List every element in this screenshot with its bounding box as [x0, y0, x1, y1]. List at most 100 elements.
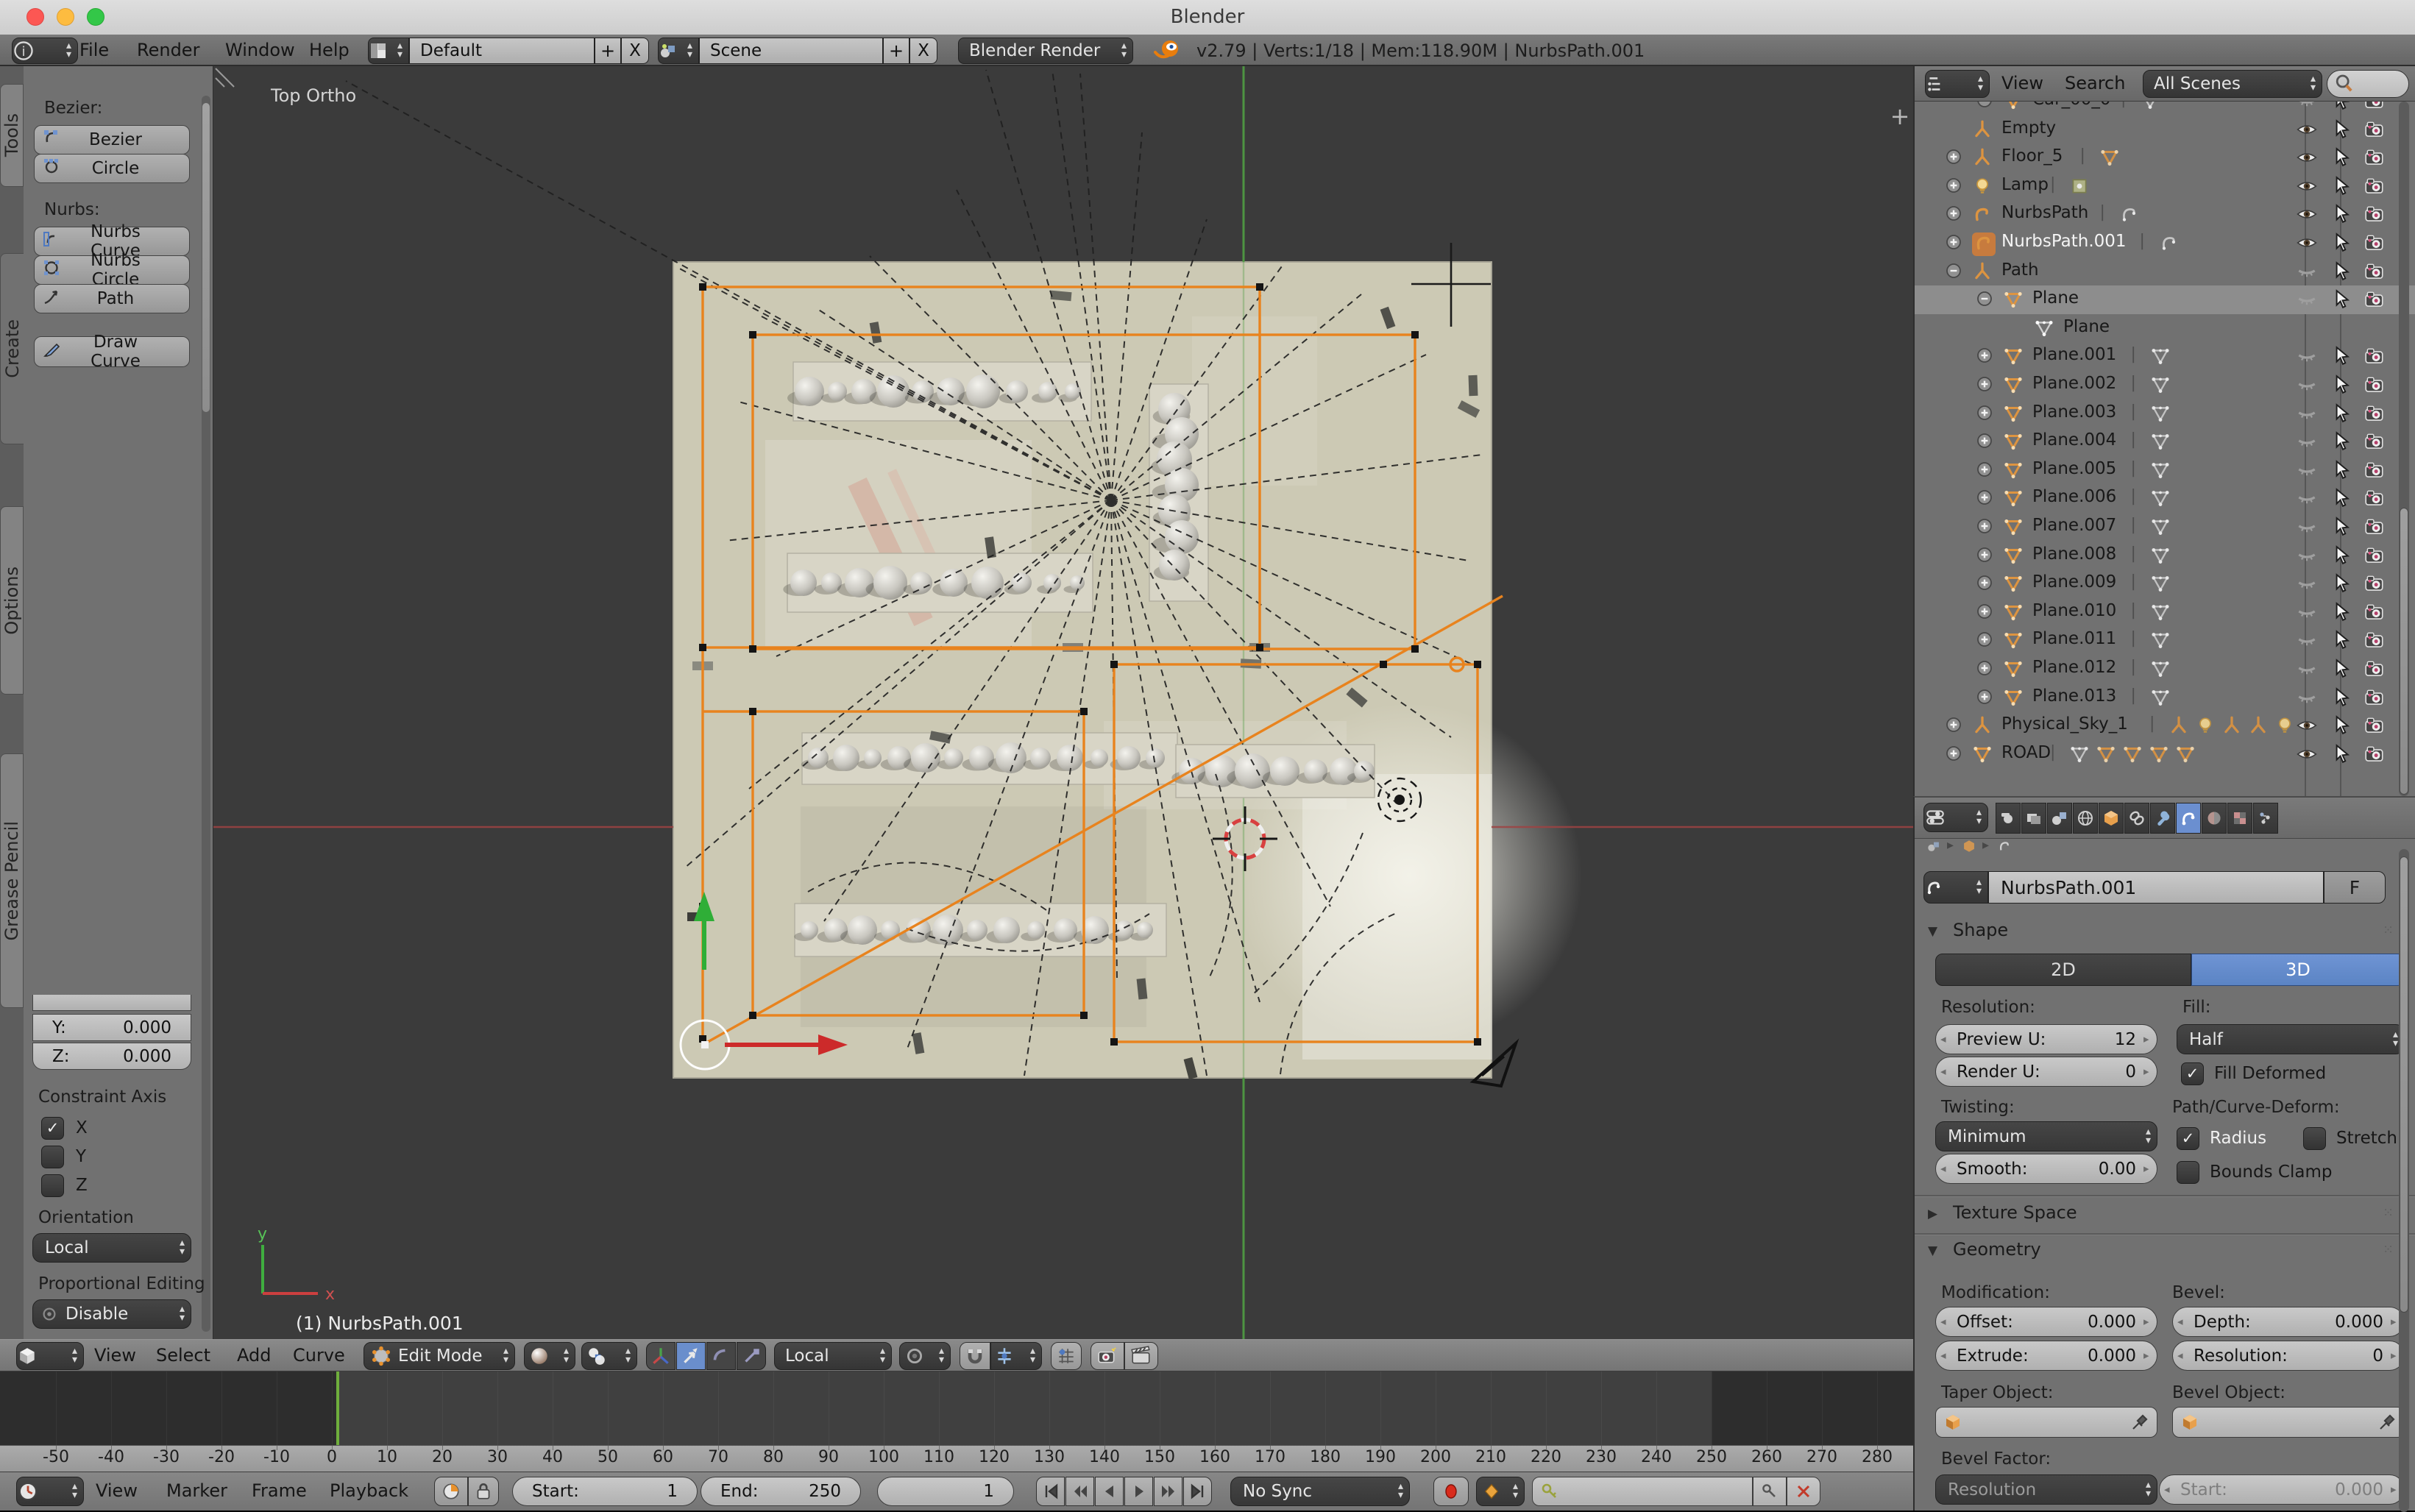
- viewport-menu-view[interactable]: View: [94, 1340, 146, 1371]
- render-engine-dropdown[interactable]: Blender Render▴▾: [958, 38, 1133, 64]
- renderability-icon[interactable]: [2363, 119, 2386, 143]
- expand-toggle[interactable]: [1975, 431, 1994, 453]
- selectability-icon[interactable]: [2331, 233, 2350, 256]
- outliner-row-lamp[interactable]: Lamp|: [1915, 172, 2415, 201]
- bevel-factor-mode-dropdown[interactable]: Resolution▴▾: [1935, 1474, 2157, 1505]
- expand-toggle[interactable]: [1975, 460, 1994, 482]
- opengl-render-anim-button[interactable]: [1124, 1342, 1158, 1370]
- visibility-on-icon[interactable]: [2296, 148, 2318, 170]
- fill-dropdown[interactable]: Half▴▾: [2177, 1024, 2405, 1054]
- delete-keyframe-button[interactable]: [1787, 1477, 1820, 1506]
- viewport-menu-select[interactable]: Select: [156, 1340, 227, 1371]
- datablock-name-field[interactable]: NurbsPath.001: [1988, 871, 2324, 904]
- expand-region-button[interactable]: +: [1885, 102, 1915, 131]
- tab-modifiers[interactable]: [2150, 803, 2175, 834]
- screen-layout-field[interactable]: Default: [409, 38, 595, 64]
- tab-material[interactable]: [2202, 803, 2227, 834]
- depth-field[interactable]: Depth:0.000: [2172, 1307, 2405, 1337]
- jump-next-keyframe-button[interactable]: [1154, 1477, 1182, 1506]
- selectability-icon[interactable]: [2331, 375, 2350, 398]
- offset-field[interactable]: Offset:0.000: [1935, 1307, 2157, 1337]
- bounds-clamp-checkbox[interactable]: Bounds Clamp: [2177, 1160, 2397, 1185]
- jump-prev-keyframe-button[interactable]: [1065, 1477, 1094, 1506]
- outliner-row-plane[interactable]: Plane: [1915, 285, 2415, 314]
- menu-help[interactable]: Help: [309, 35, 375, 66]
- twist-method-dropdown[interactable]: Minimum▴▾: [1935, 1121, 2157, 1151]
- expand-toggle[interactable]: [1975, 573, 1994, 595]
- expand-toggle[interactable]: [1975, 630, 1994, 652]
- nurbs-circle-button[interactable]: Nurbs Circle: [34, 255, 190, 285]
- outliner-row-nurbspath-001[interactable]: NurbsPath.001|: [1915, 229, 2415, 258]
- stepper-right-icon[interactable]: ▸: [2143, 1032, 2149, 1046]
- visibility-off-icon[interactable]: [2296, 347, 2318, 369]
- checkbox[interactable]: [2303, 1127, 2326, 1150]
- expand-toggle[interactable]: [1944, 147, 1963, 169]
- stepper-right-icon[interactable]: ▸: [2143, 1349, 2149, 1362]
- operator-z-field[interactable]: Z:0.000: [32, 1043, 191, 1070]
- renderability-icon[interactable]: [2363, 687, 2386, 711]
- renderability-icon[interactable]: [2363, 431, 2386, 455]
- outliner-menu-search[interactable]: Search: [2065, 66, 2138, 100]
- renderability-icon[interactable]: [2363, 630, 2386, 653]
- renderability-icon[interactable]: [2363, 375, 2386, 398]
- expand-toggle[interactable]: [1944, 176, 1963, 198]
- renderability-icon[interactable]: [2363, 403, 2386, 427]
- extrude-field[interactable]: Extrude:0.000: [1935, 1341, 2157, 1371]
- outliner-search-field[interactable]: [2327, 70, 2409, 98]
- visibility-off-icon[interactable]: [2296, 375, 2318, 397]
- visibility-off-icon[interactable]: [2296, 603, 2318, 625]
- taper-object-field[interactable]: [1935, 1407, 2157, 1438]
- expand-toggle[interactable]: [1944, 715, 1963, 737]
- outliner-row-car_00_0[interactable]: Car_00_0|: [1915, 102, 2415, 116]
- renderability-icon[interactable]: [2363, 488, 2386, 511]
- selectability-icon[interactable]: [2331, 204, 2350, 227]
- tab-world[interactable]: [2073, 803, 2098, 834]
- selectability-icon[interactable]: [2331, 119, 2350, 143]
- outliner-row-plane-001[interactable]: Plane.001|: [1915, 342, 2415, 371]
- outliner-row-physical_sky_1[interactable]: Physical_Sky_1|: [1915, 711, 2415, 740]
- tab-scene[interactable]: [2047, 803, 2072, 834]
- scene-name-field[interactable]: Scene: [699, 38, 883, 64]
- expand-toggle[interactable]: [1975, 517, 1994, 539]
- selectability-icon[interactable]: [2331, 630, 2350, 653]
- selectability-icon[interactable]: [2331, 289, 2350, 313]
- renderability-icon[interactable]: [2363, 460, 2386, 483]
- bevel-object-field[interactable]: [2172, 1407, 2405, 1438]
- timeline-ruler[interactable]: -50-40-30-20-100102030405060708090100110…: [0, 1445, 1913, 1472]
- selectability-icon[interactable]: [2331, 602, 2350, 625]
- outliner-row-plane-013[interactable]: Plane.013|: [1915, 684, 2415, 712]
- scene-selector-icon[interactable]: ▴▾: [658, 38, 699, 64]
- selectability-icon[interactable]: [2331, 460, 2350, 483]
- renderability-icon[interactable]: [2363, 233, 2386, 256]
- timeline-canvas[interactable]: -50-40-30-20-100102030405060708090100110…: [0, 1371, 1913, 1472]
- outliner-row-plane-012[interactable]: Plane.012|: [1915, 655, 2415, 684]
- mode-dropdown[interactable]: Edit Mode▴▾: [364, 1342, 515, 1370]
- datablock-type-dropdown[interactable]: ▴▾: [1923, 871, 1988, 904]
- tab-texture[interactable]: [2227, 803, 2252, 834]
- insert-keyframe-button[interactable]: [1753, 1477, 1787, 1506]
- outliner-row-plane-007[interactable]: Plane.007|: [1915, 513, 2415, 542]
- bevel-resolution-field[interactable]: Resolution:0: [2172, 1341, 2405, 1371]
- visibility-off-icon[interactable]: [2296, 489, 2318, 511]
- expand-toggle[interactable]: [1975, 545, 1994, 567]
- outliner-menu-view[interactable]: View: [2001, 66, 2053, 100]
- visibility-off-icon[interactable]: [2296, 290, 2318, 312]
- viewport-editor-selector[interactable]: ▴▾: [16, 1342, 84, 1370]
- stepper-left-icon[interactable]: ◂: [1940, 1065, 1946, 1078]
- expand-toggle[interactable]: [1975, 488, 1994, 510]
- manipulator-axis-button[interactable]: [646, 1342, 675, 1370]
- tab-particles[interactable]: [2253, 803, 2278, 834]
- renderability-icon[interactable]: [2363, 715, 2386, 739]
- tab-render-layers[interactable]: [2021, 803, 2046, 834]
- outliner-row-path[interactable]: Path: [1915, 258, 2415, 286]
- visibility-on-icon[interactable]: [2296, 233, 2318, 255]
- constraint-axis-y[interactable]: Y: [41, 1144, 188, 1169]
- outliner-row-road[interactable]: ROAD|: [1915, 740, 2415, 769]
- selectability-icon[interactable]: [2331, 403, 2350, 427]
- outliner-row-plane-004[interactable]: Plane.004|: [1915, 427, 2415, 456]
- selectability-icon[interactable]: [2331, 488, 2350, 511]
- outliner-scrollbar-thumb[interactable]: [2400, 508, 2408, 795]
- rotate-manipulator-button[interactable]: [706, 1342, 736, 1370]
- stepper-left-icon[interactable]: ◂: [1940, 1162, 1946, 1175]
- stepper-left-icon[interactable]: ◂: [1940, 1349, 1946, 1362]
